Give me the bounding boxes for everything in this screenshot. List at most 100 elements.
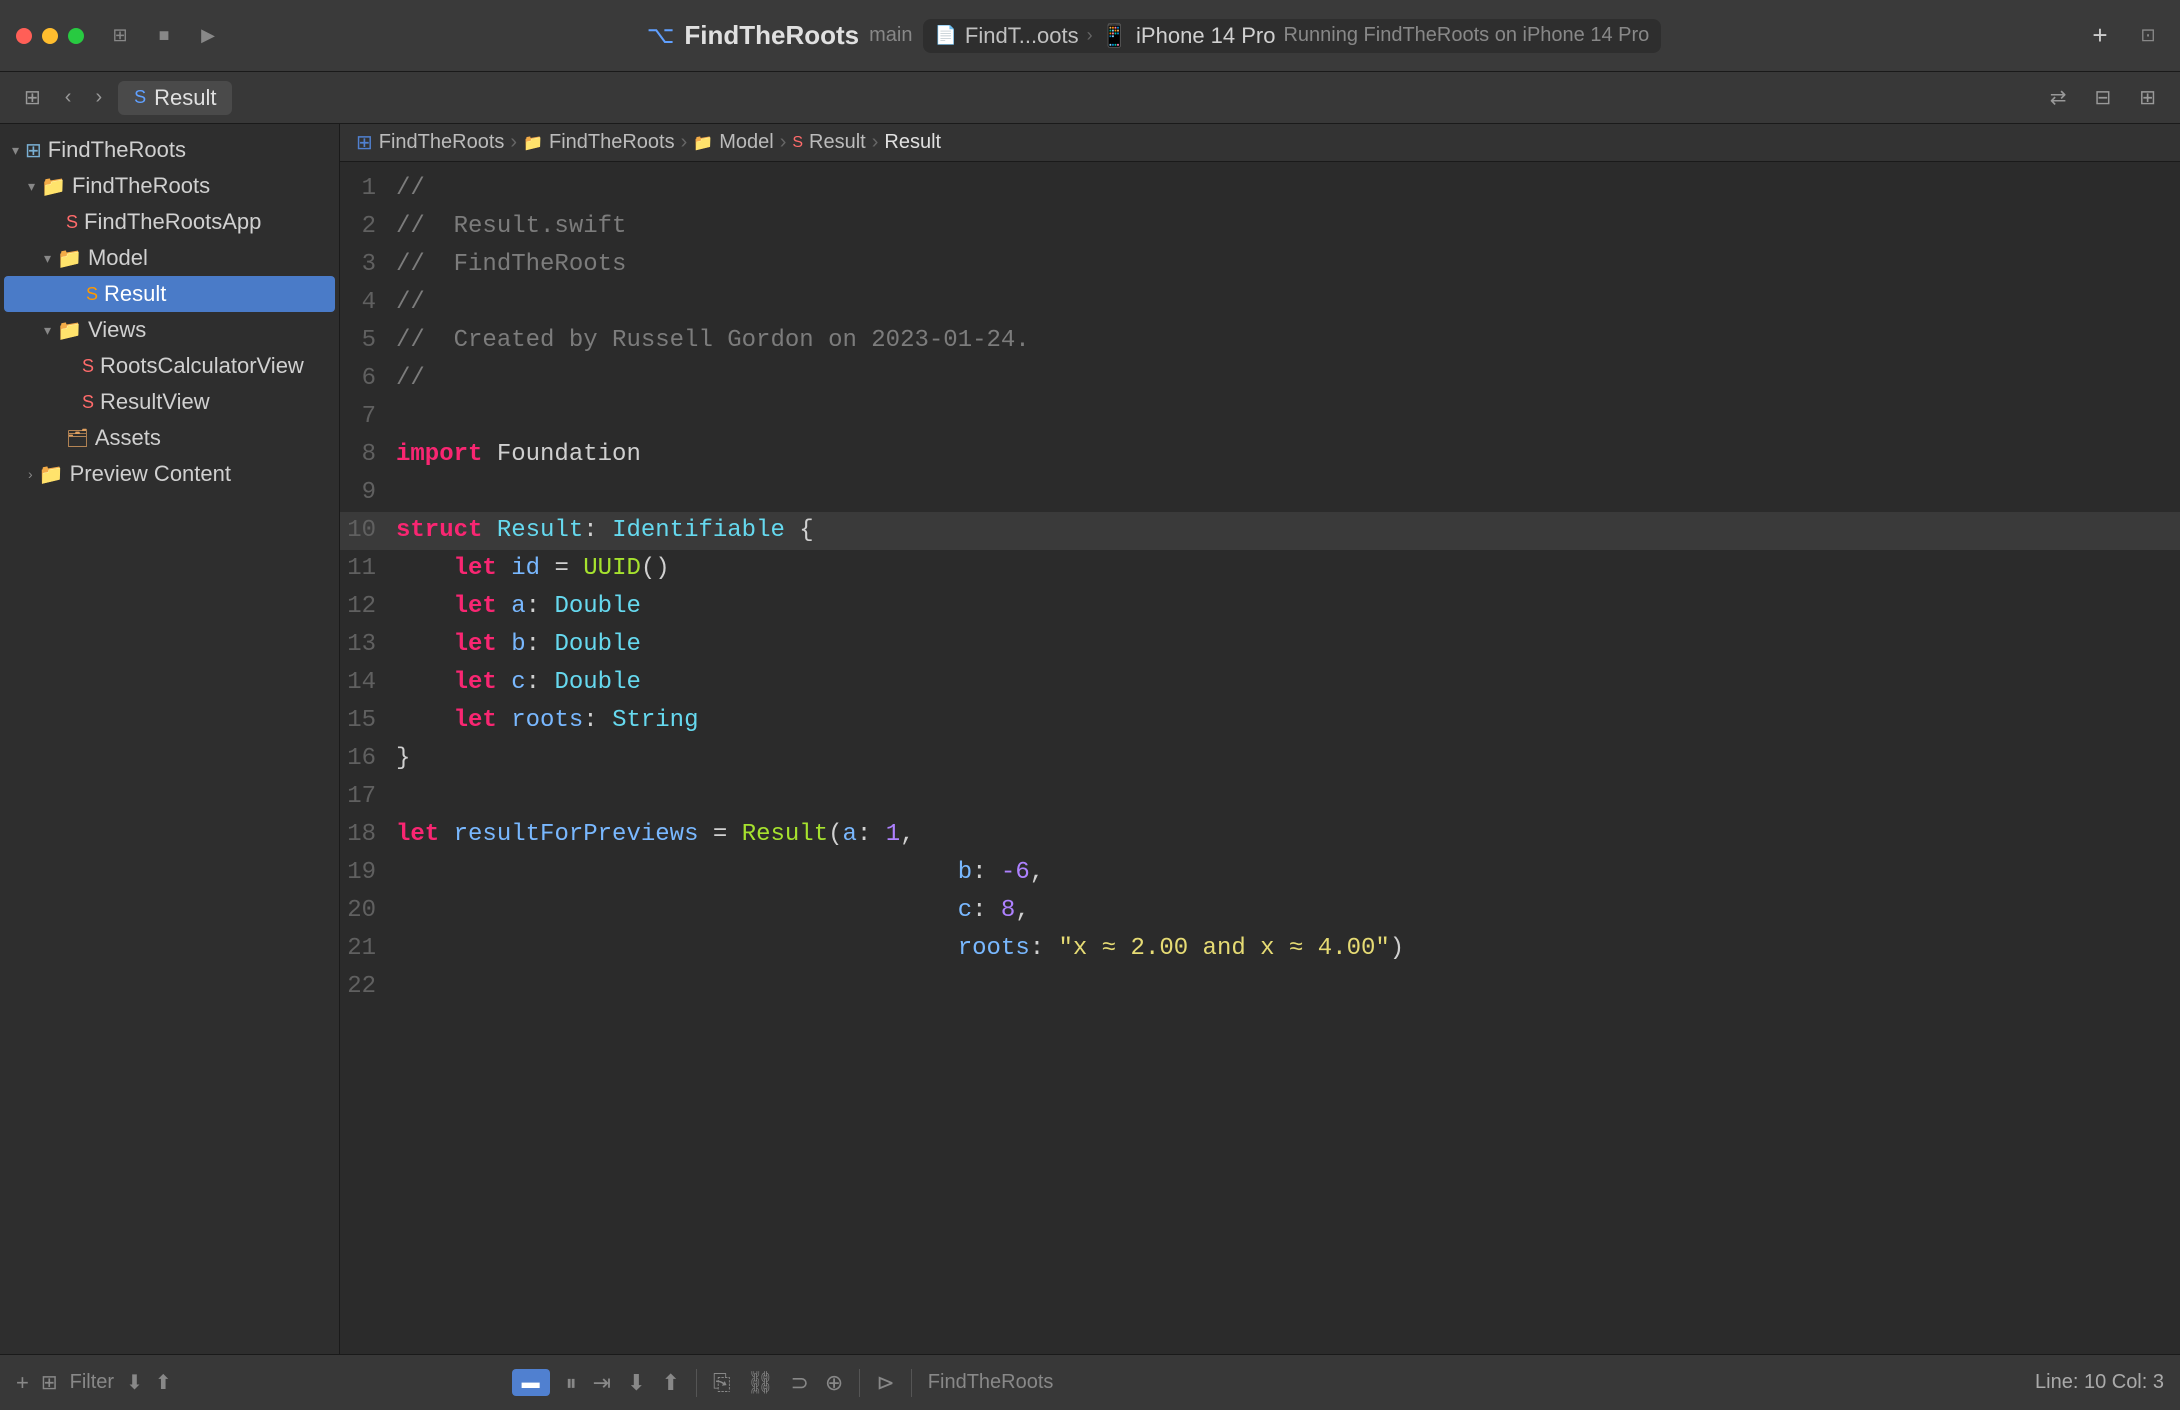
sidebar-item-model[interactable]: ▾ 📁 Model (0, 240, 339, 276)
sidebar-item-views[interactable]: ▾ 📁 Views (0, 312, 339, 348)
sidebar-toggle-icon[interactable]: ⊞ (104, 20, 136, 52)
token (497, 593, 511, 620)
sidebar-item-assets[interactable]: 🗂 Assets (0, 420, 339, 456)
code-line-10: 10struct Result: Identifiable { (340, 512, 2180, 550)
project-icon: ⊞ (25, 138, 42, 163)
folder-icon-1: 📁 (41, 174, 66, 199)
code-line-14: 14 let c: Double (340, 664, 2180, 702)
fb-model: Model (719, 131, 773, 154)
token: Result (742, 821, 828, 848)
add-icon[interactable]: + (2084, 20, 2116, 52)
pause-icon[interactable]: ⏸ (566, 1370, 577, 1396)
token (497, 707, 511, 734)
line-number-16: 16 (340, 740, 396, 778)
location-icon[interactable]: ⊳ (876, 1370, 894, 1396)
sidebar-item-findtheroots-root[interactable]: ▾ ⊞ FindTheRoots (0, 132, 339, 168)
sidebar-item-resultview[interactable]: S ResultView (0, 384, 339, 420)
token (396, 707, 454, 734)
swift-file-icon: S (134, 87, 146, 108)
filter-label[interactable]: Filter (70, 1371, 114, 1394)
token (396, 897, 958, 924)
folder-icon-3: 📁 (57, 318, 82, 343)
step-over-icon[interactable]: ⇥ (593, 1370, 611, 1396)
add-file-icon[interactable]: + (16, 1370, 29, 1396)
split-view-icon[interactable]: ⊟ (2086, 81, 2119, 114)
code-text-2: // Result.swift (396, 208, 2180, 246)
line-number-20: 20 (340, 892, 396, 930)
build-breadcrumb[interactable]: 📄 FindT...oots › 📱 iPhone 14 Pro Running… (923, 19, 1662, 53)
code-text-19: b: -6, (396, 854, 2180, 892)
sidebar-item-result[interactable]: S Result (4, 276, 335, 312)
token: c (958, 897, 972, 924)
line-number-17: 17 (340, 778, 396, 816)
minimize-button[interactable] (42, 28, 58, 44)
token (396, 631, 454, 658)
stop-button[interactable]: ■ (148, 20, 180, 52)
upload-icon[interactable]: ⬆ (155, 1370, 172, 1395)
code-editor[interactable]: ⊞ FindTheRoots › 📁 FindTheRoots › 📁 Mode… (340, 124, 2180, 1354)
fb-result-struct: Result (884, 131, 941, 154)
swift-icon-2: S (86, 284, 98, 305)
code-line-4: 4// (340, 284, 2180, 322)
code-text-20: c: 8, (396, 892, 2180, 930)
device-icon: 📱 (1101, 23, 1128, 49)
token: Double (554, 669, 640, 696)
token: : (857, 821, 886, 848)
branch-icon[interactable]: ⊃ (790, 1370, 808, 1396)
sidebar-item-previewcontent[interactable]: › 📁 Preview Content (0, 456, 339, 492)
canvas-icon[interactable]: ⊞ (2131, 81, 2164, 114)
editor-options-icon[interactable]: ⇄ (2042, 81, 2075, 114)
line-number-6: 6 (340, 360, 396, 398)
line-number-9: 9 (340, 474, 396, 512)
code-line-15: 15 let roots: String (340, 702, 2180, 740)
layout-icon[interactable]: ⊡ (2132, 20, 2164, 52)
code-line-2: 2// Result.swift (340, 208, 2180, 246)
code-text-18: let resultForPreviews = Result(a: 1, (396, 816, 2180, 854)
token: c (511, 669, 525, 696)
close-button[interactable] (16, 28, 32, 44)
swift-icon-3: S (82, 356, 94, 377)
token: let (454, 707, 497, 734)
token: () (641, 555, 670, 582)
breadcrumb-sep-1: › (1087, 25, 1093, 46)
token (396, 935, 958, 962)
nav-forward-icon[interactable]: › (87, 82, 110, 113)
result-tab[interactable]: S Result (118, 81, 232, 115)
link-icon[interactable]: ⛓ (747, 1370, 775, 1396)
token: Double (554, 631, 640, 658)
token: 1 (886, 821, 900, 848)
sidebar-label-findtheroots-folder: FindTheRoots (72, 173, 210, 199)
project-label: FindTheRoots (928, 1371, 1054, 1394)
run-button[interactable]: ▶ (192, 20, 224, 52)
toolbar-separator-2 (859, 1369, 860, 1397)
filter-icon[interactable]: ⊞ (41, 1370, 58, 1395)
code-line-22: 22 (340, 968, 2180, 1006)
code-line-8: 8import Foundation (340, 436, 2180, 474)
sidebar: ▾ ⊞ FindTheRoots ▾ 📁 FindTheRoots S Find… (0, 124, 340, 1354)
code-content[interactable]: 1//2// Result.swift3// FindTheRoots4//5/… (340, 162, 2180, 1354)
token: Result (497, 517, 583, 544)
toolbar-separator-3 (911, 1369, 912, 1397)
download-icon[interactable]: ⬇ (126, 1370, 143, 1395)
grid-icon[interactable]: ⊞ (16, 81, 49, 114)
token: UUID (583, 555, 641, 582)
sidebar-item-rootscalculatorview[interactable]: S RootsCalculatorView (0, 348, 339, 384)
git-icon[interactable]: ⊕ (825, 1370, 843, 1396)
step-into-icon[interactable]: ⬇ (627, 1370, 645, 1396)
token: : (972, 859, 1001, 886)
sidebar-label-views: Views (88, 317, 146, 343)
token: b (511, 631, 525, 658)
copy-icon[interactable]: ⎘ (713, 1370, 731, 1396)
token (439, 821, 453, 848)
code-text-3: // FindTheRoots (396, 246, 2180, 284)
sidebar-item-findtherootsapp[interactable]: S FindTheRootsApp (0, 204, 339, 240)
code-text-11: let id = UUID() (396, 550, 2180, 588)
step-out-icon[interactable]: ⬆ (662, 1370, 680, 1396)
token (497, 631, 511, 658)
sidebar-item-findtheroots-folder[interactable]: ▾ 📁 FindTheRoots (0, 168, 339, 204)
token (396, 555, 454, 582)
debug-bar-icon[interactable]: ▬ (512, 1369, 550, 1396)
nav-back-icon[interactable]: ‹ (57, 82, 80, 113)
fb-result-file: Result (809, 131, 866, 154)
zoom-button[interactable] (68, 28, 84, 44)
